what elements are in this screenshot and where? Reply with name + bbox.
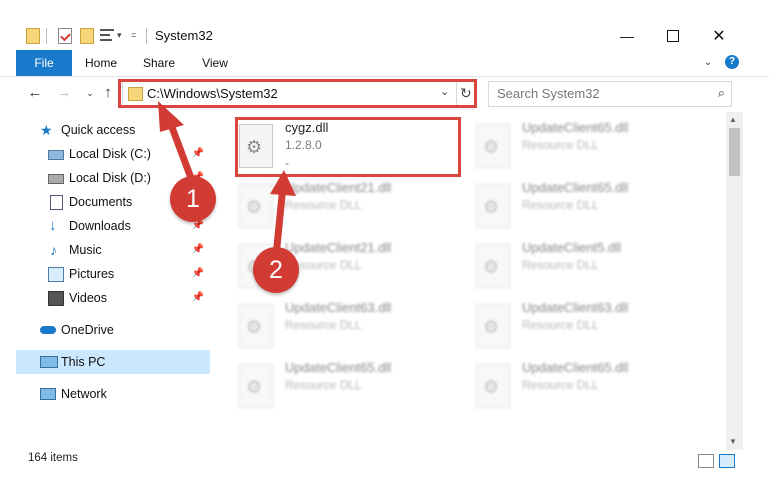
callout-badge-1: 1 (170, 176, 216, 222)
arrow-1 (158, 101, 198, 190)
tiles-view-icon[interactable] (719, 454, 735, 468)
item-count: 164 items (28, 452, 78, 464)
callout-badge-2: 2 (253, 247, 299, 293)
details-view-icon[interactable] (698, 454, 714, 468)
annotation-arrows (158, 101, 296, 260)
status-bar: 164 items (0, 450, 769, 470)
arrow-2 (270, 170, 296, 260)
